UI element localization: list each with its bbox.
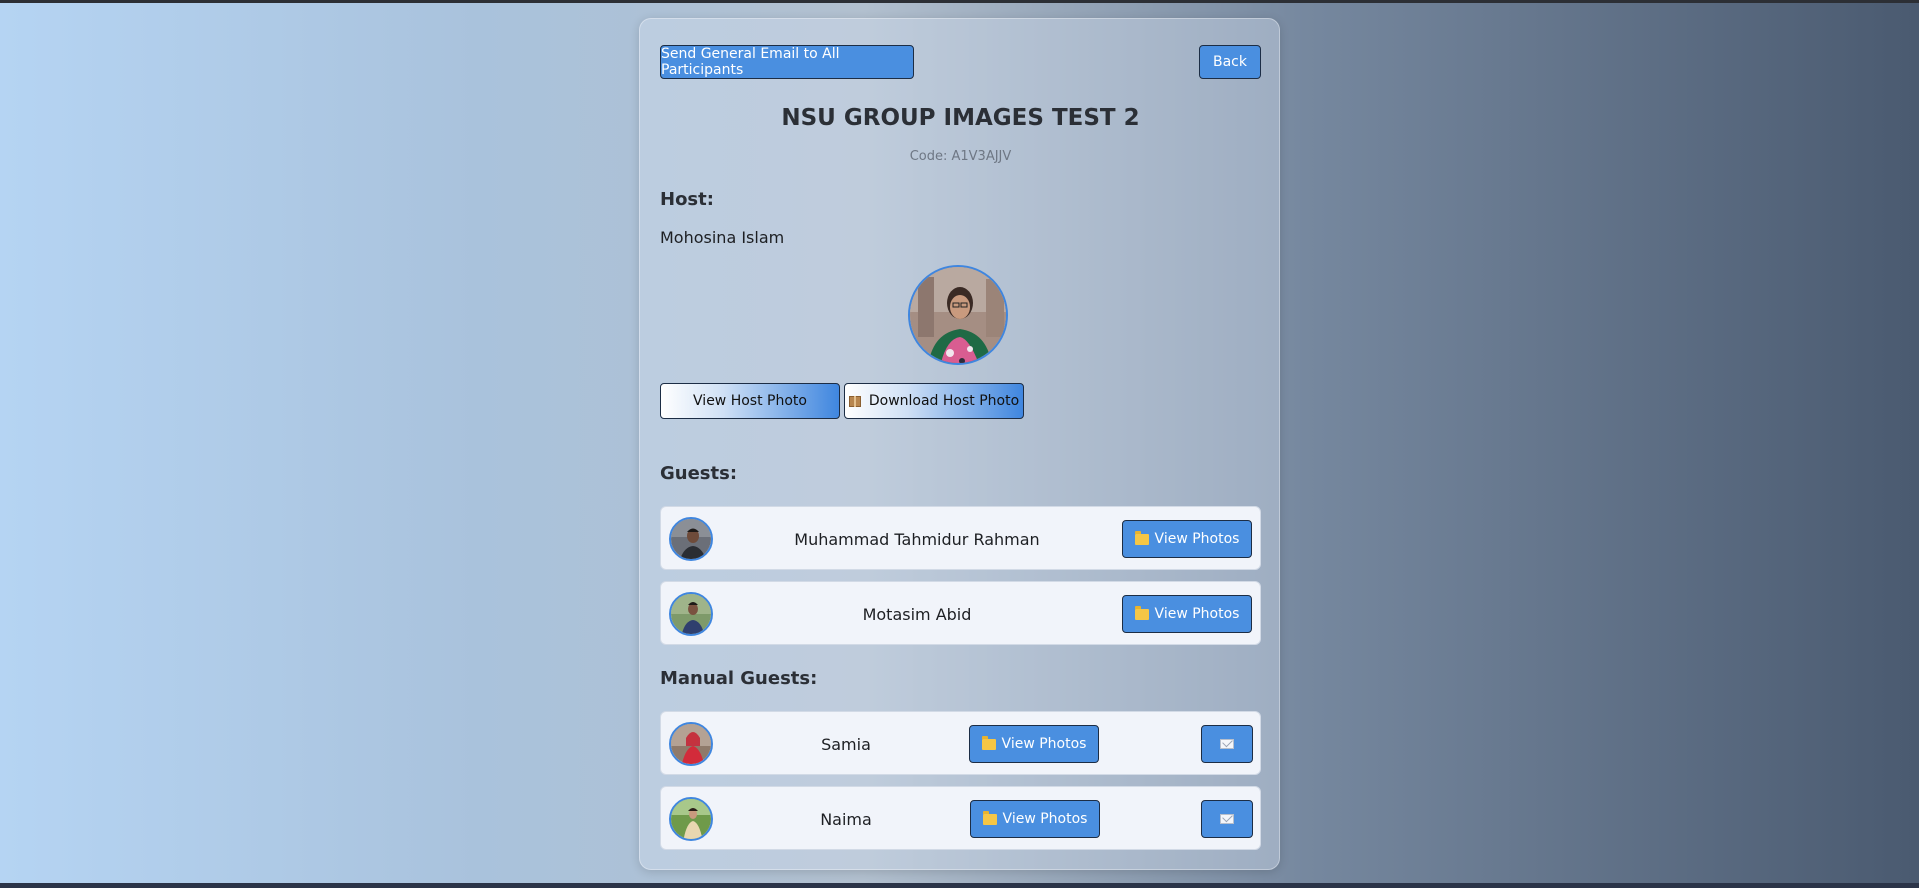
host-name: Mohosina Islam xyxy=(660,228,785,247)
manual-guest-row: Naima View Photos xyxy=(660,786,1261,850)
manual-guest-row: Samia View Photos xyxy=(660,711,1261,775)
manual-guest-photo-image xyxy=(671,799,711,839)
host-photo-image xyxy=(910,267,1006,363)
view-photos-button[interactable]: View Photos xyxy=(1122,595,1252,633)
mail-icon xyxy=(1220,739,1234,749)
window-bottom-border xyxy=(0,883,1919,888)
folder-icon xyxy=(1134,605,1149,620)
view-photos-label: View Photos xyxy=(1154,606,1240,622)
send-general-email-button[interactable]: Send General Email to All Participants xyxy=(660,45,914,79)
guest-avatar xyxy=(669,517,713,561)
email-guest-button[interactable] xyxy=(1201,800,1253,838)
package-icon xyxy=(848,395,861,407)
manual-guest-name: Naima xyxy=(820,809,872,829)
host-heading: Host: xyxy=(660,189,714,210)
manual-guest-avatar xyxy=(669,797,713,841)
guest-name: Motasim Abid xyxy=(862,604,972,624)
folder-icon xyxy=(982,810,997,825)
view-photos-button[interactable]: View Photos xyxy=(1122,520,1252,558)
guests-heading: Guests: xyxy=(660,463,738,484)
view-photos-label: View Photos xyxy=(1002,811,1088,827)
event-code: Code: A1V3AJJV xyxy=(909,149,1012,164)
guest-row: Motasim Abid View Photos xyxy=(660,581,1261,645)
host-avatar[interactable] xyxy=(908,265,1008,365)
folder-icon xyxy=(1134,530,1149,545)
guest-name: Muhammad Tahmidur Rahman xyxy=(794,529,1040,549)
mail-icon xyxy=(1220,814,1234,824)
view-host-photo-button[interactable]: View Host Photo xyxy=(660,383,840,419)
back-button[interactable]: Back xyxy=(1199,45,1261,79)
view-photos-button[interactable]: View Photos xyxy=(970,800,1100,838)
view-photos-label: View Photos xyxy=(1154,531,1240,547)
view-photos-label: View Photos xyxy=(1001,736,1087,752)
manual-guest-name: Samia xyxy=(821,734,871,754)
manual-guests-heading: Manual Guests: xyxy=(660,668,818,689)
download-host-photo-button[interactable]: Download Host Photo xyxy=(844,383,1024,419)
back-label: Back xyxy=(1213,54,1247,70)
download-host-photo-label: Download Host Photo xyxy=(868,393,1020,409)
view-photos-button[interactable]: View Photos xyxy=(969,725,1099,763)
page-title: NSU GROUP IMAGES TEST 2 xyxy=(781,105,1140,131)
event-card: Send General Email to All Participants B… xyxy=(639,18,1280,870)
folder-icon xyxy=(981,735,996,750)
manual-guest-avatar xyxy=(669,722,713,766)
window-top-border xyxy=(0,0,1919,3)
guest-photo-image xyxy=(671,519,711,559)
guest-photo-image xyxy=(671,594,711,634)
manual-guest-photo-image xyxy=(671,724,711,764)
send-general-email-label: Send General Email to All Participants xyxy=(661,46,840,78)
email-guest-button[interactable] xyxy=(1201,725,1253,763)
guest-avatar xyxy=(669,592,713,636)
view-host-photo-label: View Host Photo xyxy=(693,393,807,409)
guest-row: Muhammad Tahmidur Rahman View Photos xyxy=(660,506,1261,570)
